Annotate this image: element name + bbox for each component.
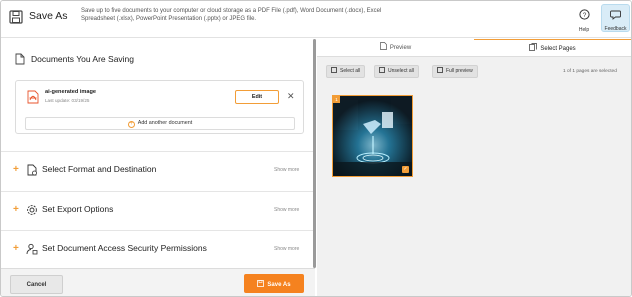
ai-generated-image <box>333 96 412 176</box>
pdf-file-icon <box>27 90 39 104</box>
footer: Cancel Save As <box>1 268 315 296</box>
tab-select-pages-label: Select Pages <box>540 46 576 52</box>
help-button[interactable]: ? Help <box>572 6 596 33</box>
check-icon[interactable]: ✓ <box>402 166 409 173</box>
accordion-security-permissions[interactable]: + Set Document Access Security Permissio… <box>1 231 314 269</box>
page-thumbnail[interactable]: 1 ✓ <box>332 95 413 177</box>
tab-preview[interactable]: Preview <box>317 39 474 57</box>
question-circle-icon: ? <box>578 9 590 20</box>
cancel-button[interactable]: Cancel <box>10 275 63 294</box>
gear-icon <box>27 205 37 215</box>
save-as-label: Save As <box>267 281 291 288</box>
add-another-document-button[interactable]: + Add another document <box>25 117 295 130</box>
plus-circle-icon: + <box>127 121 135 128</box>
expand-plus-icon: + <box>13 243 19 254</box>
select-all-label: Select all <box>340 68 361 74</box>
document-icon <box>15 53 25 65</box>
add-document-label: Add another document <box>137 120 193 126</box>
accordion-select-format[interactable]: + Select Format and Destination Show mor… <box>1 152 314 190</box>
document-last-update: Last update: 03/19/25 <box>45 98 90 103</box>
document-card: ai-generated image Last update: 03/19/25… <box>15 80 304 134</box>
show-more-link[interactable]: Show more <box>274 167 299 173</box>
checkbox-empty-icon <box>379 67 385 73</box>
page-number-badge: 1 <box>333 96 340 103</box>
svg-text:?: ? <box>582 12 586 19</box>
save-as-button[interactable]: Save As <box>244 274 304 293</box>
floppy-disk-icon <box>257 279 265 287</box>
remove-document-icon[interactable]: ✕ <box>287 90 295 102</box>
document-icon <box>379 42 387 50</box>
accordion-label: Select Format and Destination <box>42 164 157 174</box>
document-name: ai-generated image <box>45 89 96 95</box>
accordion-export-options[interactable]: + Set Export Options Show more <box>1 192 314 230</box>
pages-icon <box>529 43 538 51</box>
user-lock-icon <box>26 243 38 255</box>
unselect-all-button[interactable]: Unselect all <box>374 65 419 78</box>
save-as-dialog: Save As Save up to five documents to you… <box>0 0 632 297</box>
tab-select-pages[interactable]: Select Pages <box>474 39 631 57</box>
scrollbar[interactable] <box>313 39 316 268</box>
help-label: Help <box>578 27 590 33</box>
feedback-button[interactable]: Feedback <box>601 4 630 32</box>
expand-plus-icon: + <box>13 164 19 175</box>
select-all-button[interactable]: Select all <box>326 65 366 78</box>
header: Save As Save up to five documents to you… <box>1 1 631 38</box>
settings-panel: Documents You Are Saving ai-generated im… <box>1 39 315 268</box>
page-title: Save As <box>29 10 68 22</box>
accordion-label: Set Document Access Security Permissions <box>42 243 207 253</box>
page-description: Save up to five documents to your comput… <box>81 8 382 23</box>
expand-icon <box>437 67 443 73</box>
edit-document-button[interactable]: Edit <box>235 90 279 104</box>
unselect-all-label: Unselect all <box>388 68 414 74</box>
full-preview-label: Full preview <box>446 68 473 74</box>
show-more-link[interactable]: Show more <box>274 207 299 213</box>
tab-bar: Preview Select Pages <box>317 39 631 57</box>
tab-preview-label: Preview <box>389 45 412 51</box>
show-more-link[interactable]: Show more <box>274 246 299 252</box>
checkbox-icon <box>331 67 337 73</box>
full-preview-button[interactable]: Full preview <box>432 65 478 78</box>
selected-pages-count: 1 of 1 pages are selected <box>563 69 617 74</box>
accordion-label: Set Export Options <box>42 204 114 214</box>
documents-section-label: Documents You Are Saving <box>31 54 135 64</box>
expand-plus-icon: + <box>13 204 19 215</box>
file-gear-icon <box>27 164 37 176</box>
floppy-disk-icon <box>9 10 23 24</box>
feedback-label: Feedback <box>604 26 627 32</box>
speech-bubble-icon <box>610 10 621 20</box>
page-preview-panel: Preview Select Pages Select all Unselect… <box>317 39 631 296</box>
